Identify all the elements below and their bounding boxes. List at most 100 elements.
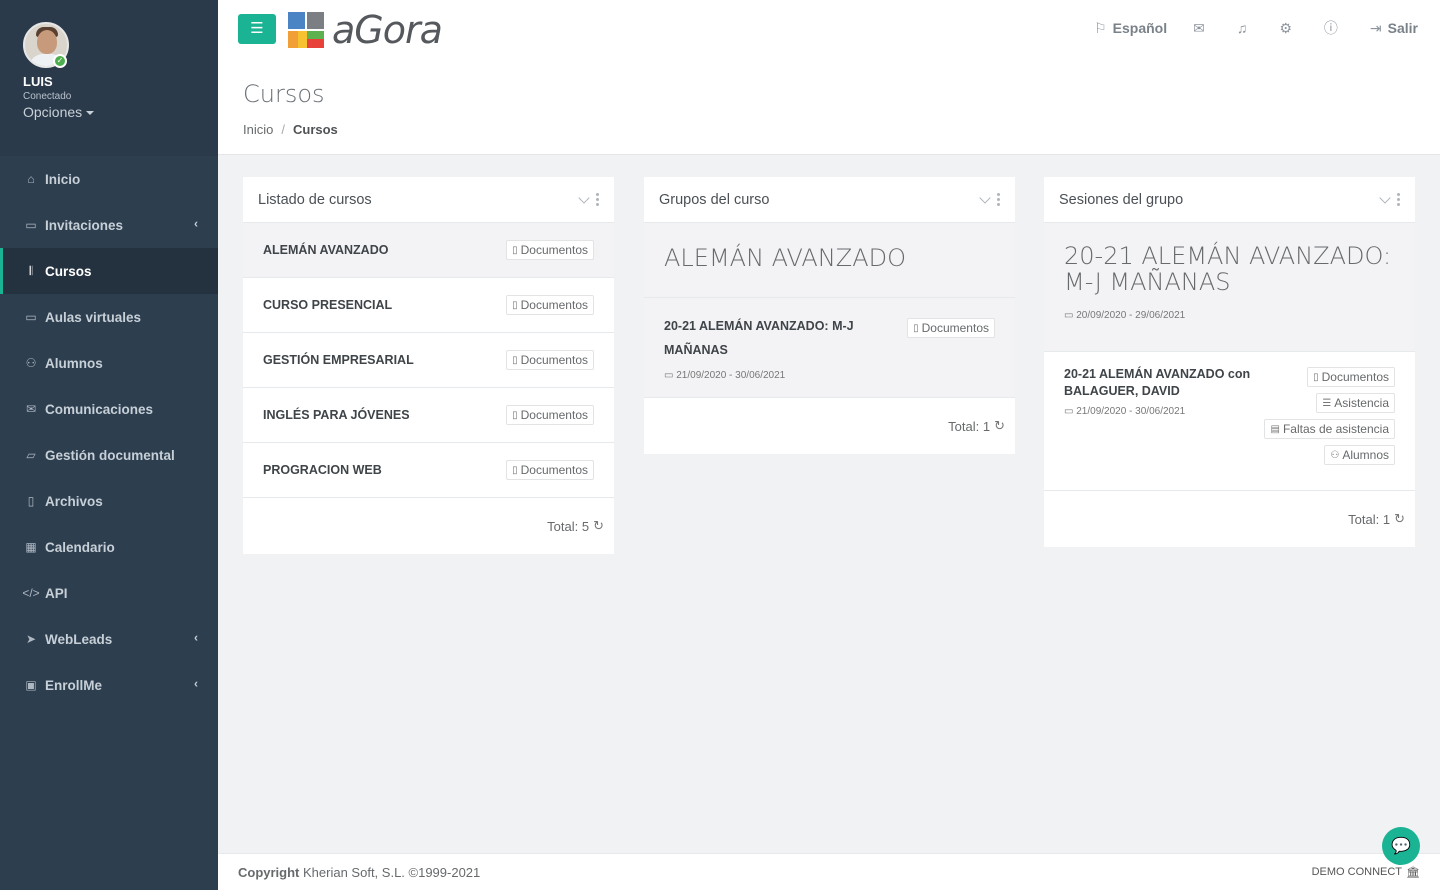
course-row[interactable]: INGLÉS PARA JÓVENES ▯ Documentos bbox=[243, 388, 614, 443]
sidebar-item-label: Inicio bbox=[45, 171, 81, 187]
breadcrumb-current: Cursos bbox=[292, 122, 338, 137]
sidebar-item-aulas-virtuales[interactable]: ▭ Aulas virtuales bbox=[0, 294, 218, 340]
sidebar-nav: ⌂ Inicio ▭ Invitaciones ‹ 𝄃 Cursos ▭ Aulas virtu… bbox=[0, 156, 218, 708]
sidebar-item-label: Cursos bbox=[45, 263, 92, 279]
documents-button[interactable]: ▯ Documentos bbox=[506, 460, 594, 480]
total-count: Total: 5 bbox=[547, 518, 590, 534]
top-navigation: ⚐ Español ✉ ♫ ⚙ ⓘ ⇥ Salir bbox=[1068, 18, 1418, 38]
absences-button[interactable]: ▤ Faltas de asistencia bbox=[1264, 419, 1395, 439]
laptop-icon: ▭ bbox=[25, 310, 37, 324]
course-list: ALEMÁN AVANZADO ▯ Documentos CURSO PRESENCI… bbox=[243, 223, 614, 498]
envelope-icon[interactable]: ✉ bbox=[1193, 20, 1205, 37]
sidebar-item-label: Archivos bbox=[45, 493, 103, 509]
notifications-button[interactable]: ♫ bbox=[1237, 20, 1254, 36]
refresh-icon[interactable]: ↻ bbox=[994, 418, 1005, 434]
sidebar-item-alumnos[interactable]: ⚇ Alumnos bbox=[0, 340, 218, 386]
session-item[interactable]: 20-21 ALEMÁN AVANZADO con BALAGUER, DAVI… bbox=[1044, 351, 1415, 491]
students-button[interactable]: ⚇ Alumnos bbox=[1324, 445, 1395, 465]
sidebar-item-enrollme[interactable]: ▣ EnrollMe ‹ bbox=[0, 662, 218, 708]
course-name[interactable]: CURSO PRESENCIAL bbox=[263, 298, 392, 312]
question-icon[interactable]: ⓘ bbox=[1324, 18, 1338, 38]
page-heading: Cursos Inicio / Cursos bbox=[218, 60, 1440, 155]
collapse-chevron-icon[interactable] bbox=[578, 191, 590, 204]
brand-name: aGora bbox=[332, 8, 443, 52]
help-button[interactable]: ⓘ bbox=[1324, 18, 1344, 38]
gear-icon[interactable]: ⚙ bbox=[1279, 20, 1292, 37]
user-name: LUIS bbox=[23, 74, 53, 89]
chat-icon[interactable]: 💬 bbox=[1391, 836, 1411, 856]
card-icon: ▭ bbox=[25, 218, 37, 232]
more-options-icon[interactable] bbox=[596, 193, 599, 206]
documents-button[interactable]: ▯ Documentos bbox=[506, 350, 594, 370]
sign-out-icon: ⇥ bbox=[1369, 19, 1382, 36]
code-icon: </> bbox=[22, 586, 40, 600]
groups-panel: Grupos del curso ALEMÁN AVANZADO 20-21 A… bbox=[644, 177, 1015, 454]
user-profile: ✓ LUIS Conectado Opciones bbox=[0, 0, 218, 156]
attendance-button[interactable]: ☰ Asistencia bbox=[1316, 393, 1395, 413]
course-row[interactable]: GESTIÓN EMPRESARIAL ▯ Documentos bbox=[243, 333, 614, 388]
more-options-icon[interactable] bbox=[1397, 193, 1400, 206]
bell-icon[interactable]: ♫ bbox=[1237, 20, 1248, 36]
calendar-icon: ▭ bbox=[1064, 406, 1074, 417]
sidebar-item-label: Comunicaciones bbox=[45, 401, 154, 417]
course-row[interactable]: ALEMÁN AVANZADO ▯ Documentos bbox=[243, 223, 614, 278]
file-icon: ▯ bbox=[27, 494, 35, 508]
documents-button[interactable]: ▯ Documentos bbox=[506, 405, 594, 425]
course-name[interactable]: PROGRACION WEB bbox=[263, 463, 382, 477]
language-selector[interactable]: ⚐ Español bbox=[1094, 20, 1167, 37]
sidebar-item-label: Invitaciones bbox=[45, 217, 124, 233]
collapse-chevron-icon[interactable] bbox=[979, 191, 991, 204]
panel-footer: Total: 1 ↻ bbox=[1044, 491, 1415, 547]
refresh-icon[interactable]: ↻ bbox=[1394, 511, 1405, 527]
session-name[interactable]: 20-21 ALEMÁN AVANZADO con BALAGUER, DAVI… bbox=[1064, 366, 1264, 400]
company-name: DEMO CONNECT bbox=[1311, 866, 1403, 878]
books-icon: 𝄃 bbox=[29, 263, 33, 278]
sidebar-item-gestión-documental[interactable]: ▱ Gestión documental bbox=[0, 432, 218, 478]
logout-button[interactable]: ⇥ Salir bbox=[1370, 20, 1418, 37]
file-word-icon: ▯ bbox=[512, 409, 518, 421]
documents-button[interactable]: ▯ Documentos bbox=[907, 318, 995, 338]
menu-toggle-button[interactable]: ☰ bbox=[238, 14, 276, 44]
sidebar-item-invitaciones[interactable]: ▭ Invitaciones ‹ bbox=[0, 202, 218, 248]
file-word-icon: ▯ bbox=[512, 354, 518, 366]
sidebar-item-label: EnrollMe bbox=[45, 677, 103, 693]
user-options-dropdown[interactable]: Opciones bbox=[23, 104, 218, 120]
online-check-icon: ✓ bbox=[53, 54, 67, 68]
course-row[interactable]: CURSO PRESENCIAL ▯ Documentos bbox=[243, 278, 614, 333]
panel-title: Grupos del curso bbox=[644, 177, 1015, 223]
group-item[interactable]: 20-21 ALEMÁN AVANZADO: M-J MAÑANAS ▭ 21/… bbox=[644, 297, 1015, 398]
collapse-chevron-icon[interactable] bbox=[1379, 191, 1391, 204]
course-name[interactable]: ALEMÁN AVANZADO bbox=[263, 243, 388, 257]
calendar-icon: ▭ bbox=[664, 370, 674, 381]
session-dates: 21/09/2020 - 30/06/2021 bbox=[1076, 406, 1186, 417]
group-heading-title: 20-21 ALEMÁN AVANZADO: M-J MAÑANAS bbox=[1064, 242, 1392, 296]
course-row[interactable]: PROGRACION WEB ▯ Documentos bbox=[243, 443, 614, 498]
sidebar-item-webleads[interactable]: ➤ WebLeads ‹ bbox=[0, 616, 218, 662]
sidebar-item-calendario[interactable]: ▦ Calendario bbox=[0, 524, 218, 570]
sidebar-item-inicio[interactable]: ⌂ Inicio bbox=[0, 156, 218, 202]
course-name[interactable]: GESTIÓN EMPRESARIAL bbox=[263, 353, 414, 367]
footer: Copyright Kherian Soft, S.L. ©1999-2021 … bbox=[218, 853, 1440, 890]
calendar-icon: ▭ bbox=[1064, 310, 1074, 321]
documents-button[interactable]: ▯ Documentos bbox=[506, 240, 594, 260]
refresh-icon[interactable]: ↻ bbox=[593, 518, 604, 534]
sidebar-item-comunicaciones[interactable]: ✉ Comunicaciones bbox=[0, 386, 218, 432]
sidebar-item-archivos[interactable]: ▯ Archivos bbox=[0, 478, 218, 524]
breadcrumb-home-link[interactable]: Inicio bbox=[243, 122, 273, 137]
sidebar-item-cursos[interactable]: 𝄃 Cursos bbox=[0, 248, 218, 294]
total-count: Total: 1 bbox=[1348, 511, 1391, 527]
chevron-left-icon: ‹ bbox=[194, 216, 198, 231]
chat-button[interactable]: 💬 bbox=[1382, 827, 1420, 865]
more-options-icon[interactable] bbox=[997, 193, 1000, 206]
course-name[interactable]: INGLÉS PARA JÓVENES bbox=[263, 408, 410, 422]
sidebar-item-label: API bbox=[45, 585, 68, 601]
messages-button[interactable]: ✉ bbox=[1193, 20, 1211, 37]
panel-title: Listado de cursos bbox=[243, 177, 614, 223]
group-name[interactable]: 20-21 ALEMÁN AVANZADO: M-J MAÑANAS bbox=[664, 314, 874, 362]
sidebar-item-api[interactable]: </> API bbox=[0, 570, 218, 616]
documents-button[interactable]: ▯ Documentos bbox=[1307, 367, 1395, 387]
documents-button[interactable]: ▯ Documentos bbox=[506, 295, 594, 315]
settings-button[interactable]: ⚙ bbox=[1279, 20, 1298, 37]
sidebar-item-label: Calendario bbox=[45, 539, 115, 555]
sessions-panel: Sesiones del grupo 20-21 ALEMÁN AVANZADO… bbox=[1044, 177, 1415, 547]
